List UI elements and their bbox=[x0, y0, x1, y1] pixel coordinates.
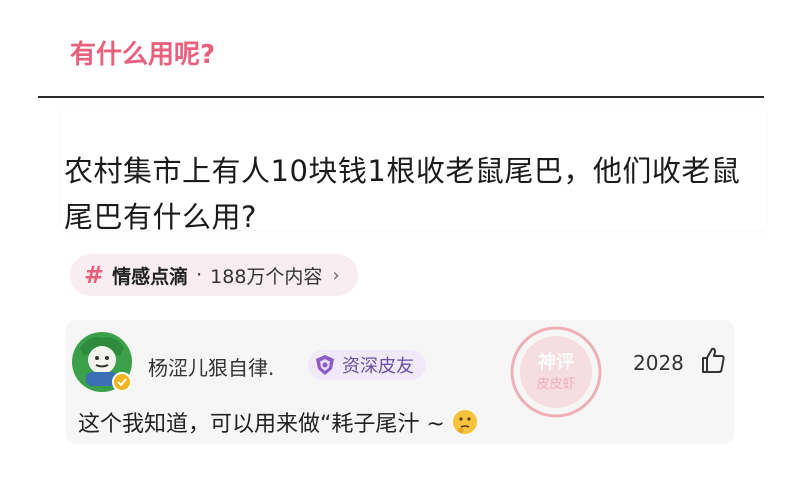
topic-separator: · bbox=[196, 264, 203, 286]
username[interactable]: 杨涩儿狠自律. bbox=[148, 352, 274, 381]
thumbs-up-icon[interactable] bbox=[700, 346, 726, 374]
comment-text[interactable]: 这个我知道，可以用来做“耗子尾汁 ~ bbox=[78, 406, 479, 438]
thinking-face-icon bbox=[451, 408, 479, 436]
comment-body: 这个我知道，可以用来做“耗子尾汁 ~ bbox=[78, 412, 445, 437]
topic-tag[interactable]: # 情感点滴 · 188万个内容 › bbox=[70, 254, 358, 296]
user-badge[interactable]: 资深皮友 bbox=[308, 350, 426, 380]
question-text[interactable]: 农村集市上有人10块钱1根收老鼠尾巴，他们收老鼠尾巴有什么用? bbox=[64, 148, 754, 230]
like-count: 2028 bbox=[633, 351, 684, 375]
shield-icon bbox=[314, 354, 336, 376]
topic-count: 188万个内容 bbox=[210, 265, 323, 288]
shenping-watermark-stamp: 神评 皮皮虾 bbox=[508, 324, 604, 420]
chevron-right-icon: › bbox=[332, 264, 340, 286]
topic-name: 情感点滴 bbox=[112, 265, 189, 288]
badge-label: 资深皮友 bbox=[342, 356, 414, 377]
svg-text:神评: 神评 bbox=[538, 351, 574, 373]
hash-icon: # bbox=[84, 261, 105, 289]
divider bbox=[38, 96, 764, 98]
avatar[interactable] bbox=[70, 330, 134, 394]
page-title: 有什么用呢? bbox=[70, 40, 216, 70]
svg-text:皮皮虾: 皮皮虾 bbox=[536, 377, 575, 392]
